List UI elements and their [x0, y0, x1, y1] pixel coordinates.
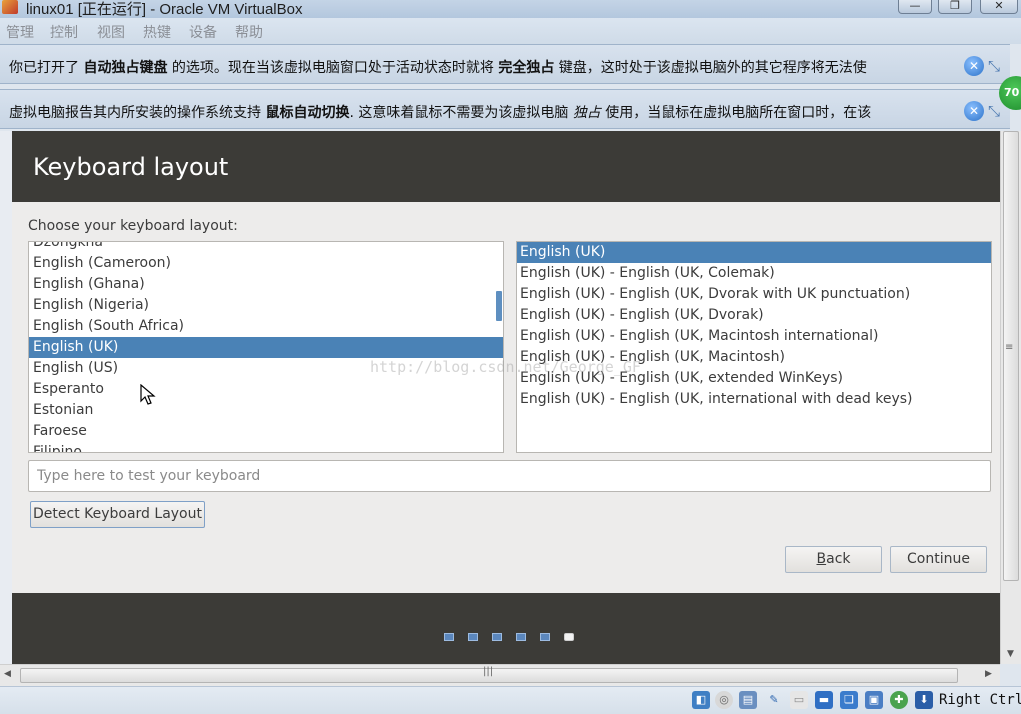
- keyboard-test-input[interactable]: [37, 461, 982, 491]
- menu-control[interactable]: 控制: [50, 22, 78, 42]
- menu-devices[interactable]: 设备: [189, 22, 217, 42]
- mouse-integration-notice: 虚拟电脑报告其内所安装的操作系统支持 鼠标自动切换. 这意味着鼠标不需要为该虚拟…: [0, 89, 1010, 129]
- status-bar: ◧ ◎ ▤ ✎ ▭ ▬ ❏ ▣ ✚ ⬇ Right Ctrl: [0, 686, 1021, 714]
- optical-drive-icon[interactable]: ◎: [715, 691, 733, 709]
- list-item[interactable]: English (UK) - English (UK, Dvorak with …: [517, 284, 991, 305]
- step-dot: [468, 633, 478, 641]
- scroll-right-icon[interactable]: ▶: [985, 669, 992, 679]
- shared-folder-icon[interactable]: ▭: [790, 691, 808, 709]
- installer-header: Keyboard layout: [12, 131, 1000, 202]
- layout-prompt: Choose your keyboard layout:: [28, 218, 238, 234]
- menu-machine[interactable]: 管理: [6, 22, 34, 42]
- virtualbox-icon: [2, 0, 18, 14]
- network-icon[interactable]: ❏: [840, 691, 858, 709]
- grip-icon: ≡: [1005, 342, 1014, 353]
- step-dot-current: [564, 633, 574, 641]
- step-dot: [540, 633, 550, 641]
- keyboard-test-field[interactable]: [28, 460, 991, 492]
- vm-display[interactable]: Keyboard layout Choose your keyboard lay…: [12, 131, 1000, 664]
- scroll-down-icon[interactable]: ▼: [1007, 649, 1014, 659]
- keyboard-capture-icon[interactable]: ⬇: [915, 691, 933, 709]
- keyboard-notice-text: 你已打开了 自动独占键盘 的选项。现在当该虚拟电脑窗口处于活动状态时就将 完全独…: [9, 60, 867, 76]
- usb-icon[interactable]: ✎: [765, 691, 783, 709]
- list-item[interactable]: Estonian: [29, 400, 503, 421]
- back-button[interactable]: Back: [785, 546, 882, 573]
- list-item[interactable]: Faroese: [29, 421, 503, 442]
- step-dot: [516, 633, 526, 641]
- list-item[interactable]: English (Cameroon): [29, 253, 503, 274]
- disk-icon[interactable]: ◧: [692, 691, 710, 709]
- installer-footer: [12, 593, 1000, 664]
- maximize-button[interactable]: ❐: [938, 0, 972, 14]
- scroll-left-icon[interactable]: ◀: [4, 669, 11, 679]
- list-item[interactable]: English (UK) - English (UK, internationa…: [517, 389, 991, 410]
- list-item[interactable]: English (South Africa): [29, 316, 503, 337]
- menu-help[interactable]: 帮助: [235, 22, 263, 42]
- layout-list[interactable]: Dzongkha English (Cameroon) English (Gha…: [28, 241, 504, 453]
- mouse-notice-text: 虚拟电脑报告其内所安装的操作系统支持 鼠标自动切换. 这意味着鼠标不需要为该虚拟…: [9, 105, 872, 121]
- menubar: 管理 控制 视图 热键 设备 帮助: [0, 18, 1021, 44]
- cpu-icon[interactable]: ▣: [865, 691, 883, 709]
- close-notice-icon[interactable]: ✕: [964, 56, 984, 76]
- mouse-pointer-icon: [140, 384, 156, 405]
- list-item[interactable]: English (UK) - English (UK, Colemak): [517, 263, 991, 284]
- list-item[interactable]: Esperanto: [29, 379, 503, 400]
- vertical-scroll-thumb[interactable]: [1003, 131, 1019, 581]
- vm-left-margin: [0, 131, 12, 664]
- close-notice-icon[interactable]: ✕: [964, 101, 984, 121]
- layout-list-scrollbar[interactable]: [496, 291, 502, 321]
- step-dot: [444, 633, 454, 641]
- menu-view[interactable]: 视图: [97, 22, 125, 42]
- list-item-selected[interactable]: English (UK): [29, 337, 503, 358]
- list-item-selected[interactable]: English (UK): [517, 242, 991, 263]
- vertical-scrollbar[interactable]: ≡ ▼: [1000, 131, 1021, 664]
- close-button[interactable]: ✕: [980, 0, 1018, 14]
- keyboard-capture-notice: 你已打开了 自动独占键盘 的选项。现在当该虚拟电脑窗口处于活动状态时就将 完全独…: [0, 44, 1010, 84]
- floppy-icon[interactable]: ▤: [739, 691, 757, 709]
- mouse-integration-icon[interactable]: ✚: [890, 691, 908, 709]
- horizontal-scrollbar[interactable]: ◀ ||| ▶: [0, 664, 1000, 686]
- list-item[interactable]: Dzongkha: [29, 242, 503, 253]
- list-item[interactable]: Filipino: [29, 442, 503, 452]
- page-title: Keyboard layout: [33, 153, 229, 181]
- window-titlebar: linux01 [正在运行] - Oracle VM VirtualBox — …: [0, 0, 1021, 18]
- do-not-show-again-icon[interactable]: ⤡: [988, 57, 1008, 75]
- continue-button[interactable]: Continue: [890, 546, 987, 573]
- variant-list[interactable]: English (UK) English (UK) - English (UK,…: [516, 241, 992, 453]
- grip-icon: |||: [483, 666, 494, 677]
- detect-keyboard-layout-button[interactable]: Detect Keyboard Layout: [30, 501, 205, 528]
- minimize-button[interactable]: —: [898, 0, 932, 14]
- host-key-label: Right Ctrl: [939, 692, 1021, 708]
- list-item[interactable]: English (Nigeria): [29, 295, 503, 316]
- display-icon[interactable]: ▬: [815, 691, 833, 709]
- menu-hotkeys[interactable]: 热键: [143, 22, 171, 42]
- list-item[interactable]: English (UK) - English (UK, Macintosh in…: [517, 326, 991, 347]
- window-title: linux01 [正在运行] - Oracle VM VirtualBox: [26, 1, 303, 18]
- list-item[interactable]: English (UK) - English (UK, Dvorak): [517, 305, 991, 326]
- list-item[interactable]: English (Ghana): [29, 274, 503, 295]
- step-dot: [492, 633, 502, 641]
- watermark: http://blog.csdn.net/George_GF: [370, 358, 641, 376]
